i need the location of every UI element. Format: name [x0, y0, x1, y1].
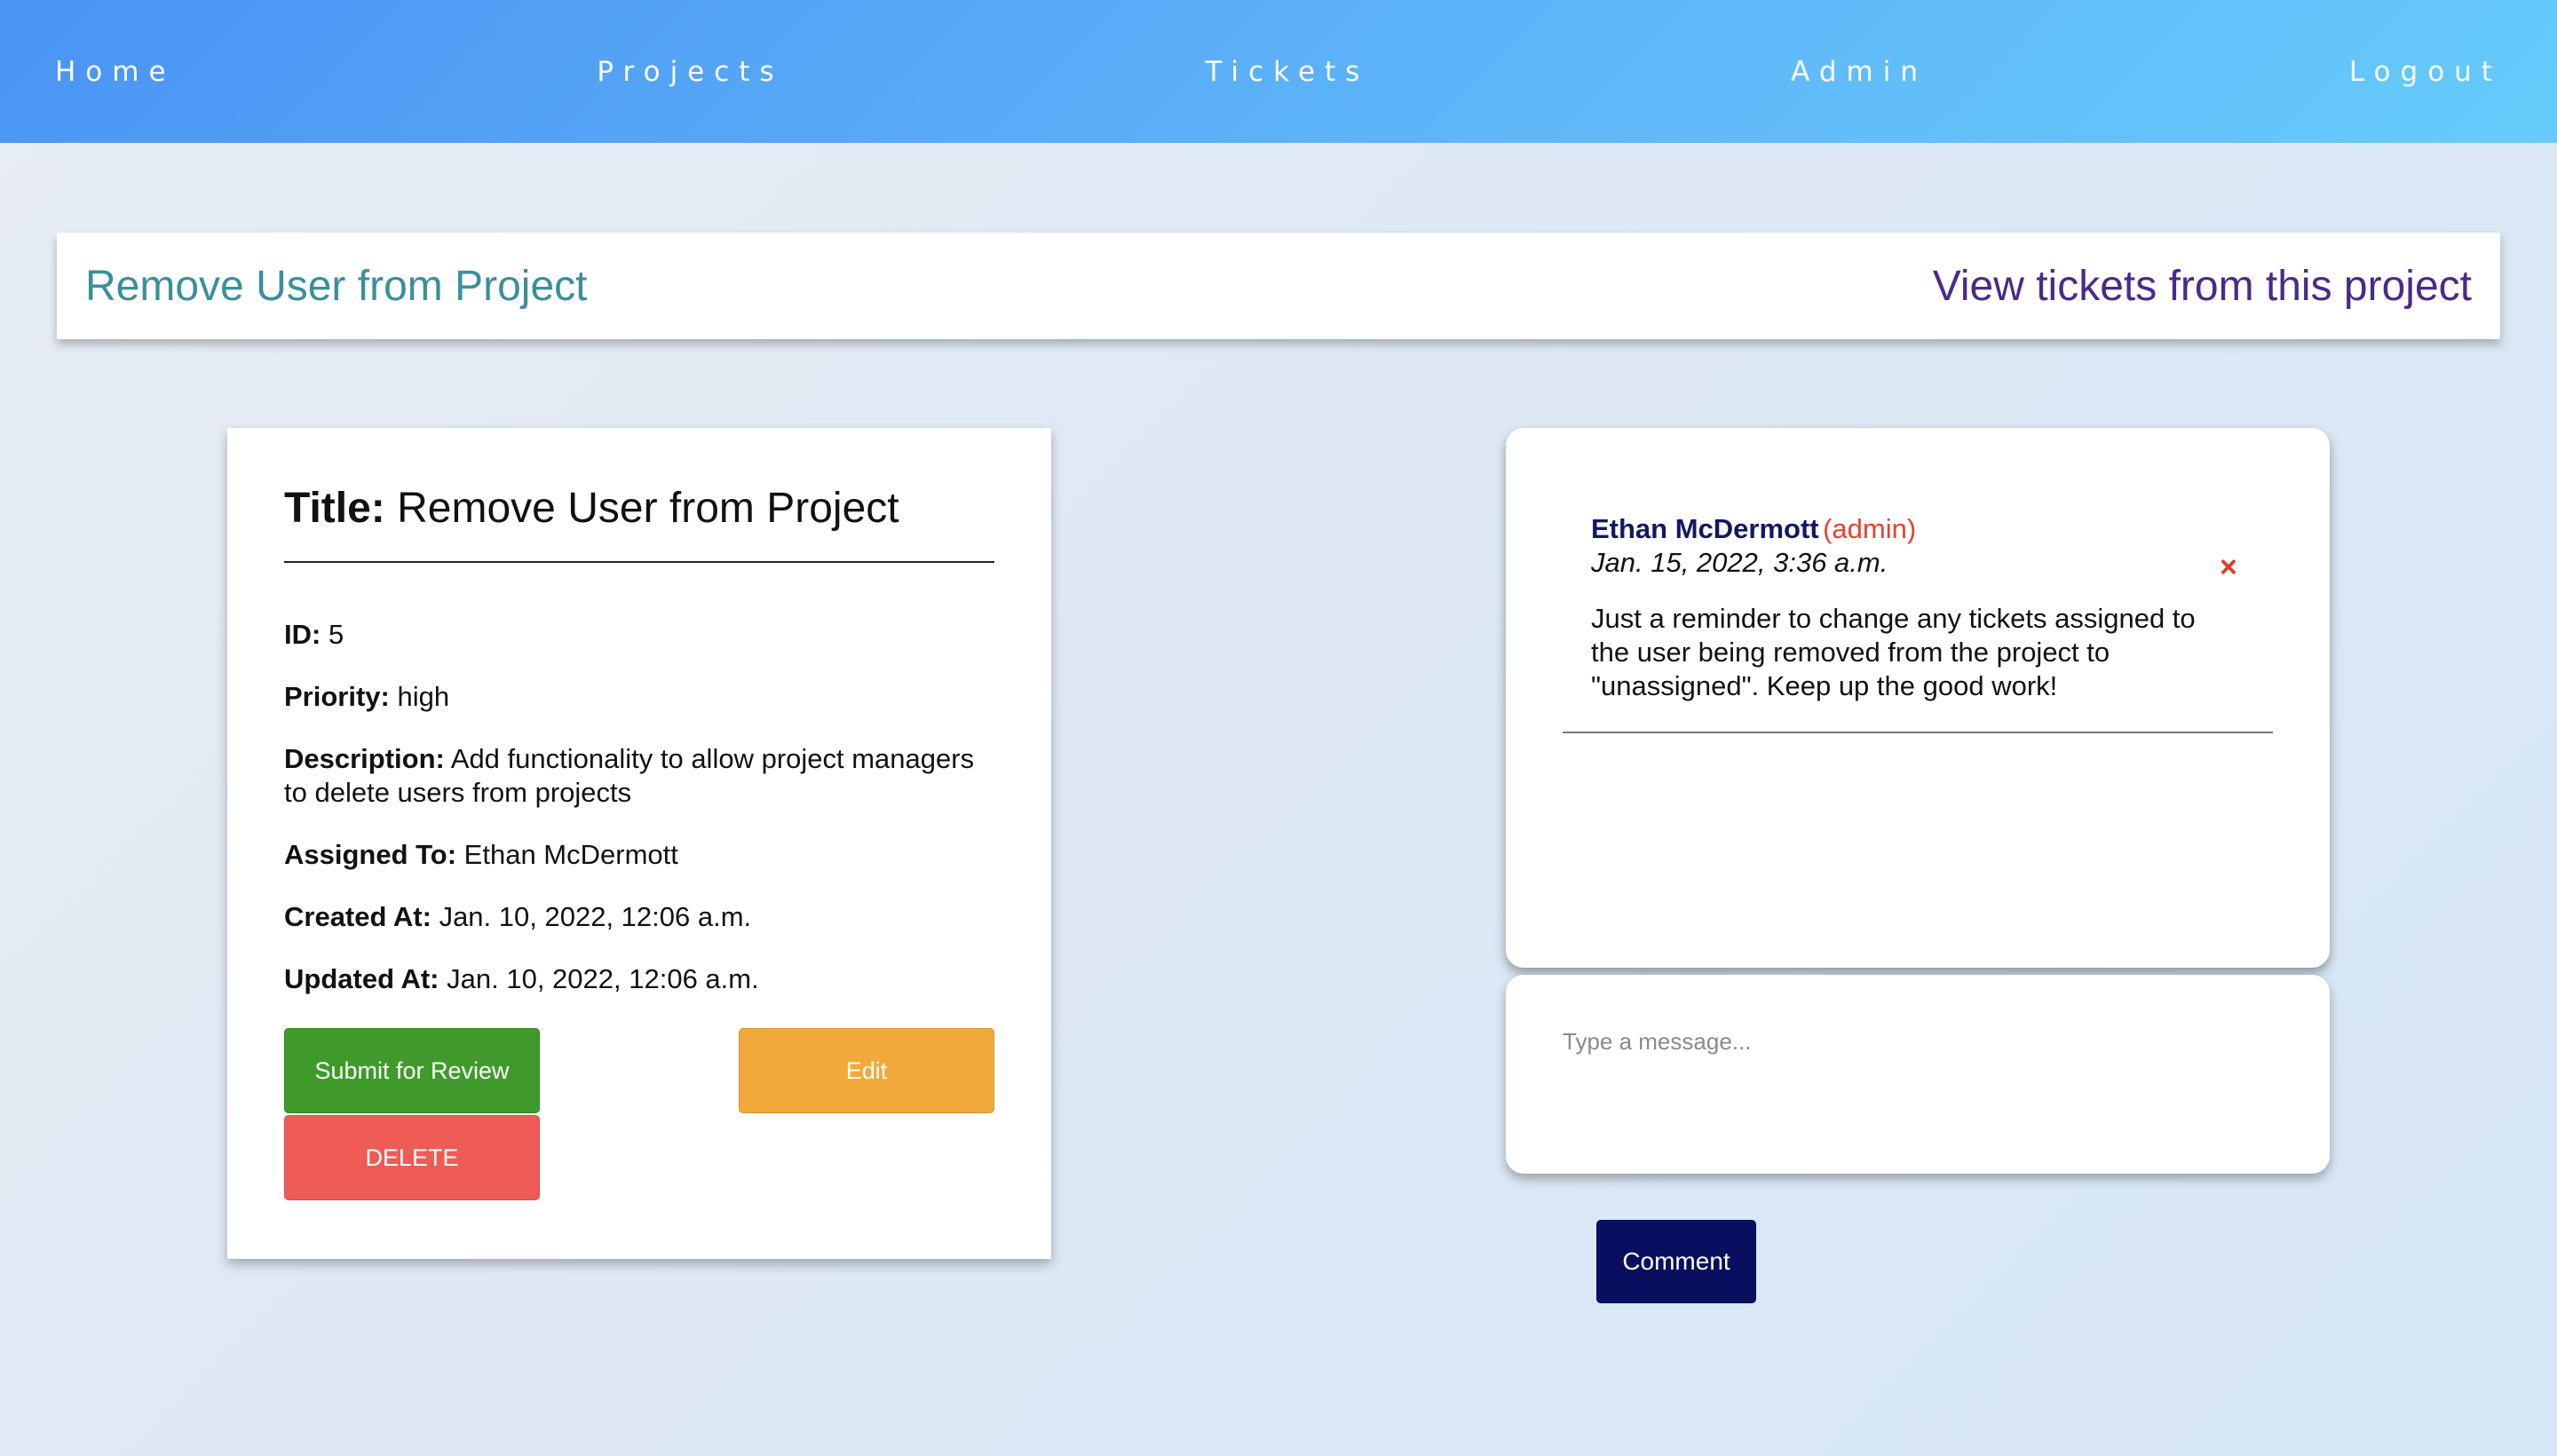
comment-header: Ethan McDermott (admin)	[1591, 513, 2239, 545]
ticket-title: Title: Remove User from Project	[284, 481, 994, 536]
field-id: ID: 5	[284, 618, 994, 652]
comments-card: Ethan McDermott (admin) Jan. 15, 2022, 3…	[1506, 428, 2330, 968]
comment-role: (admin)	[1823, 513, 1917, 544]
field-assigned-to-value: Ethan McDermott	[463, 839, 678, 870]
message-input[interactable]	[1563, 1028, 2273, 1117]
nav-projects[interactable]: Projects	[597, 56, 783, 88]
nav-home[interactable]: Home	[55, 56, 176, 88]
ticket-actions: Submit for Review Edit DELETE	[284, 1028, 994, 1206]
field-created-at-label: Created At:	[284, 901, 431, 932]
field-id-value: 5	[328, 619, 344, 650]
comment-date: Jan. 15, 2022, 3:36 a.m.	[1591, 547, 1888, 578]
field-assigned-to-label: Assigned To:	[284, 839, 457, 870]
field-priority-value: high	[397, 681, 450, 712]
field-description: Description: Add functionality to allow …	[284, 742, 994, 810]
nav-logout[interactable]: Logout	[2349, 56, 2502, 88]
field-updated-at-label: Updated At:	[284, 963, 439, 994]
ticket-title-label: Title:	[284, 485, 385, 532]
message-box	[1506, 975, 2330, 1174]
view-tickets-link[interactable]: View tickets from this project	[1933, 262, 2472, 311]
field-created-at-value: Jan. 10, 2022, 12:06 a.m.	[439, 901, 752, 932]
project-header-bar: Remove User from Project View tickets fr…	[57, 233, 2500, 339]
comment-author: Ethan McDermott	[1591, 513, 1819, 544]
field-updated-at-value: Jan. 10, 2022, 12:06 a.m.	[447, 963, 759, 994]
field-priority-label: Priority:	[284, 681, 390, 712]
comment-text: Just a reminder to change any tickets as…	[1591, 603, 2196, 701]
nav-admin[interactable]: Admin	[1791, 56, 1928, 88]
top-nav: Home Projects Tickets Admin Logout	[0, 0, 2557, 143]
comment-button[interactable]: Comment	[1596, 1220, 1756, 1303]
ticket-title-value: Remove User from Project	[397, 485, 899, 532]
project-header-title: Remove User from Project	[85, 262, 588, 310]
ticket-title-divider	[284, 561, 994, 563]
field-id-label: ID:	[284, 619, 321, 650]
field-description-label: Description:	[284, 743, 445, 774]
delete-comment-icon[interactable]: ×	[2220, 550, 2237, 585]
comment-item: Ethan McDermott (admin) Jan. 15, 2022, 3…	[1591, 513, 2239, 703]
delete-button[interactable]: DELETE	[284, 1115, 540, 1200]
nav-tickets[interactable]: Tickets	[1205, 56, 1369, 88]
submit-for-review-button[interactable]: Submit for Review	[284, 1028, 540, 1113]
field-priority: Priority: high	[284, 680, 994, 714]
field-assigned-to: Assigned To: Ethan McDermott	[284, 838, 994, 872]
edit-button[interactable]: Edit	[739, 1028, 994, 1113]
ticket-fields: ID: 5 Priority: high Description: Add fu…	[284, 618, 994, 996]
field-created-at: Created At: Jan. 10, 2022, 12:06 a.m.	[284, 900, 994, 934]
field-updated-at: Updated At: Jan. 10, 2022, 12:06 a.m.	[284, 962, 994, 996]
ticket-details-card: Title: Remove User from Project ID: 5 Pr…	[227, 428, 1051, 1259]
comment-divider	[1563, 732, 2273, 733]
